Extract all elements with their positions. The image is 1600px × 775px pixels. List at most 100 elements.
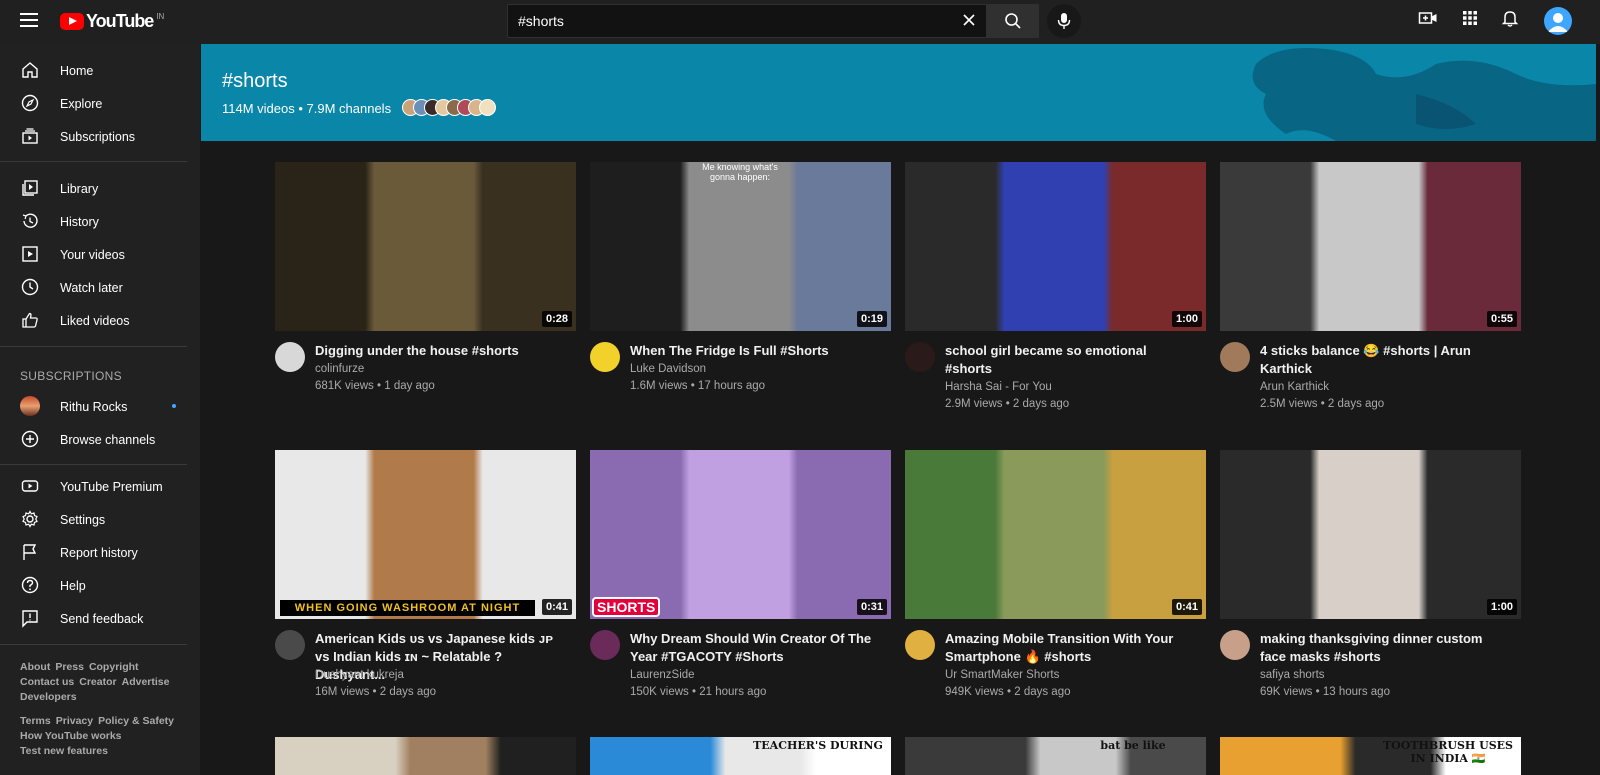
video-meta: 2.5M views • 2 days ago <box>1260 398 1385 410</box>
apps-grid-icon[interactable] <box>1460 8 1480 28</box>
channel-avatar[interactable] <box>275 630 305 660</box>
sidebar-item-home[interactable]: Home <box>0 54 200 87</box>
video-title[interactable]: making thanksgiving dinner custom face m… <box>1260 630 1510 666</box>
footer-link-privacy[interactable]: Privacy <box>56 715 93 727</box>
video-card[interactable]: WHEN GOING WASHROOM AT NIGHT 0:41 American… <box>275 450 576 710</box>
clear-search-icon[interactable] <box>962 13 976 27</box>
channel-name[interactable]: LaurenzSide <box>630 669 695 681</box>
video-card[interactable]: 0:28 Digging under the house #shorts colin… <box>275 162 576 422</box>
youtube-logo[interactable]: YouTube IN <box>60 11 164 32</box>
sidebar-item-browse-channels[interactable]: Browse channels <box>0 423 200 456</box>
channel-name[interactable]: Dushyant kukreja <box>315 669 404 681</box>
top-bar: YouTube IN <box>0 0 1600 44</box>
sidebar-divider <box>0 346 187 347</box>
channel-name[interactable]: colinfurze <box>315 363 364 375</box>
footer-link-press[interactable]: Press <box>55 661 84 673</box>
channel-name[interactable]: safiya shorts <box>1260 669 1325 681</box>
sidebar-item-label: Help <box>60 578 86 593</box>
footer-link-policy-safety[interactable]: Policy & Safety <box>98 715 174 727</box>
sidebar-item-help[interactable]: Help <box>0 569 200 602</box>
sidebar-item-send-feedback[interactable]: Send feedback <box>0 602 200 635</box>
channel-name[interactable]: Ur SmartMaker Shorts <box>945 669 1059 681</box>
video-title[interactable]: Why Dream Should Win Creator Of The Year… <box>630 630 880 666</box>
video-title[interactable]: Digging under the house #shorts <box>315 342 565 360</box>
sidebar-item-settings[interactable]: Settings <box>0 503 200 536</box>
sidebar-item-label: History <box>60 214 99 229</box>
sidebar-item-explore[interactable]: Explore <box>0 87 200 120</box>
sidebar-item-rithu-rocks[interactable]: Rithu Rocks <box>0 390 200 423</box>
sidebar-item-liked-videos[interactable]: Liked videos <box>0 304 200 337</box>
footer-link-how-youtube-works[interactable]: How YouTube works <box>20 730 122 742</box>
history-icon <box>22 213 38 228</box>
footer-link-creator[interactable]: Creator <box>79 676 116 688</box>
footer-link-about[interactable]: About <box>20 661 50 673</box>
video-card[interactable]: SHORTS 0:31 Why Dream Should Win Creator O… <box>590 450 891 710</box>
video-card[interactable]: Me knowing what's gonna happen: 0:19 When … <box>590 162 891 422</box>
video-thumbnail[interactable]: 0:41 <box>905 450 1206 619</box>
sidebar-item-label: Liked videos <box>60 313 130 328</box>
video-thumbnail[interactable]: 1:00 <box>1220 450 1521 619</box>
sidebar-item-subscriptions[interactable]: Subscriptions <box>0 120 200 153</box>
video-card[interactable]: 0:55 4 sticks balance 😂 #shorts | Arun Ka… <box>1220 162 1521 422</box>
logo-text: YouTube <box>86 11 154 31</box>
sidebar-item-youtube-premium[interactable]: YouTube Premium <box>0 470 200 503</box>
video-duration: 0:19 <box>856 311 887 327</box>
video-thumbnail[interactable]: bat be like <box>905 737 1206 775</box>
sidebar-item-label: Your videos <box>60 247 125 262</box>
channel-avatar[interactable] <box>905 630 935 660</box>
video-title[interactable]: 4 sticks balance 😂 #shorts | Arun Karthi… <box>1260 342 1510 378</box>
footer-link-test-new-features[interactable]: Test new features <box>20 745 108 757</box>
video-thumbnail[interactable]: 0:28 <box>275 162 576 331</box>
voice-search-button[interactable] <box>1047 4 1081 38</box>
sidebar-item-library[interactable]: Library <box>0 172 200 205</box>
footer-link-terms[interactable]: Terms <box>20 715 51 727</box>
video-title[interactable]: school girl became so emotional #shorts <box>945 342 1195 378</box>
sidebar-item-history[interactable]: History <box>0 205 200 238</box>
channel-name[interactable]: Luke Davidson <box>630 363 706 375</box>
sidebar-item-report-history[interactable]: Report history <box>0 536 200 569</box>
video-duration: 1:00 <box>1486 599 1517 615</box>
video-card[interactable] <box>275 737 576 775</box>
thumbnail-overlay-text: bat be like <box>1100 739 1166 752</box>
video-thumbnail[interactable] <box>275 737 576 775</box>
video-thumbnail[interactable]: 1:00 <box>905 162 1206 331</box>
video-thumbnail[interactable]: WHEN GOING WASHROOM AT NIGHT 0:41 <box>275 450 576 619</box>
channel-avatar[interactable] <box>275 342 305 372</box>
channel-avatar[interactable] <box>590 630 620 660</box>
video-card[interactable]: 1:00 making thanksgiving dinner custom fa… <box>1220 450 1521 710</box>
footer-link-contact-us[interactable]: Contact us <box>20 676 74 688</box>
video-thumbnail[interactable]: Me knowing what's gonna happen: 0:19 <box>590 162 891 331</box>
channel-name[interactable]: Arun Karthick <box>1260 381 1329 393</box>
footer-link-copyright[interactable]: Copyright <box>89 661 139 673</box>
video-thumbnail[interactable]: TOOTHBRUSH USES IN INDIA 🇮🇳 <box>1220 737 1521 775</box>
thumbnail-overlay-text: TOOTHBRUSH USES IN INDIA 🇮🇳 <box>1383 739 1513 765</box>
create-video-icon[interactable] <box>1418 8 1438 28</box>
footer-link-developers[interactable]: Developers <box>20 691 77 703</box>
notifications-bell-icon[interactable] <box>1500 8 1520 28</box>
video-title[interactable]: Amazing Mobile Transition With Your Smar… <box>945 630 1195 666</box>
search-input[interactable] <box>508 13 928 29</box>
video-card[interactable]: bat be like <box>905 737 1206 775</box>
channel-avatar[interactable] <box>905 342 935 372</box>
search-button[interactable] <box>987 4 1039 38</box>
video-card[interactable]: TOOTHBRUSH USES IN INDIA 🇮🇳 <box>1220 737 1521 775</box>
sidebar-item-watch-later[interactable]: Watch later <box>0 271 200 304</box>
video-thumbnail[interactable]: TEACHER'S DURING <box>590 737 891 775</box>
video-card[interactable]: 0:41 Amazing Mobile Transition With Your … <box>905 450 1206 710</box>
hashtag-banner: #shorts 114M videos • 7.9M channels <box>201 44 1596 141</box>
channel-avatar[interactable] <box>1220 630 1250 660</box>
sidebar-divider <box>0 161 187 162</box>
video-card[interactable]: 1:00 school girl became so emotional #sho… <box>905 162 1206 422</box>
video-duration: 0:41 <box>1171 599 1202 615</box>
channel-avatar[interactable] <box>590 342 620 372</box>
channel-avatar[interactable] <box>1220 342 1250 372</box>
video-thumbnail[interactable]: SHORTS 0:31 <box>590 450 891 619</box>
sidebar-item-your-videos[interactable]: Your videos <box>0 238 200 271</box>
video-card[interactable]: TEACHER'S DURING <box>590 737 891 775</box>
video-thumbnail[interactable]: 0:55 <box>1220 162 1521 331</box>
account-avatar[interactable] <box>1544 7 1572 35</box>
video-title[interactable]: When The Fridge Is Full #Shorts <box>630 342 880 360</box>
channel-name[interactable]: Harsha Sai - For You <box>945 381 1052 393</box>
menu-icon[interactable] <box>20 13 38 27</box>
footer-link-advertise[interactable]: Advertise <box>122 676 170 688</box>
